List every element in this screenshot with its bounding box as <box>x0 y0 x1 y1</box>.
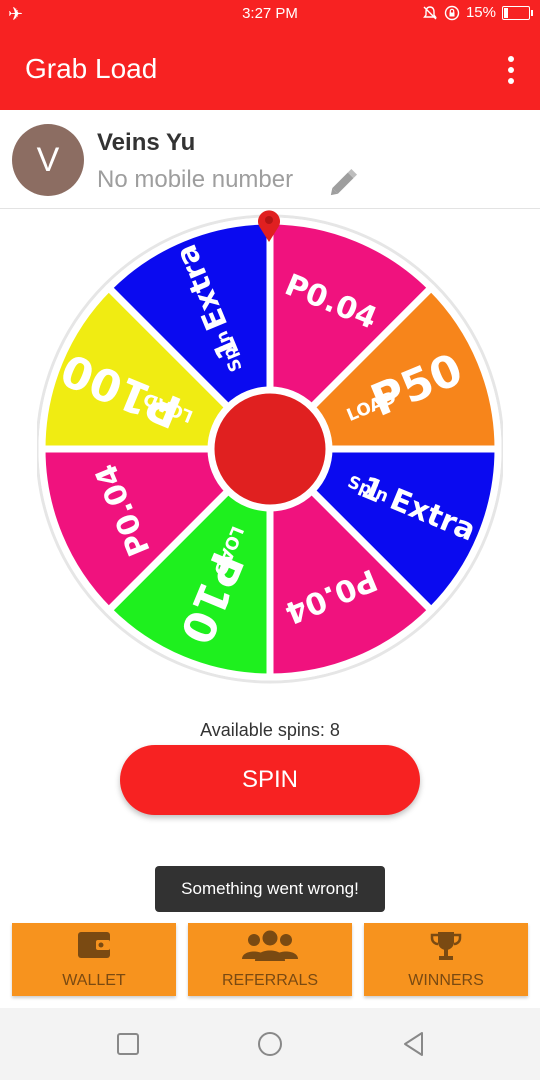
circle-home-icon[interactable] <box>256 1030 284 1058</box>
trophy-icon <box>430 932 462 960</box>
spin-button[interactable]: SPIN <box>120 745 420 815</box>
error-toast: Something went wrong! <box>155 866 385 912</box>
rotation-lock-icon <box>444 5 460 20</box>
system-nav-bar <box>0 1008 540 1080</box>
tab-wallet[interactable]: WALLET <box>12 923 176 996</box>
prize-wheel[interactable]: P0.04P50LOAD1 ExtraSpinP0.04P10LOADP0.04… <box>37 214 503 684</box>
status-bar: ✈ 3:27 PM 15% <box>0 0 540 28</box>
edit-pencil-icon[interactable] <box>328 164 362 198</box>
wallet-icon <box>78 932 110 958</box>
user-name: Veins Yu <box>97 129 196 156</box>
tab-wallet-label: WALLET <box>62 972 126 989</box>
battery-percent: 15% <box>465 4 496 21</box>
notifications-off-icon <box>423 5 437 19</box>
triangle-back-icon[interactable] <box>400 1030 428 1058</box>
group-icon <box>242 930 298 961</box>
app-title: Grab Load <box>25 53 158 84</box>
square-recents-icon[interactable] <box>114 1030 142 1058</box>
app-bar: Grab Load <box>0 28 540 110</box>
overflow-menu-icon[interactable] <box>508 56 514 84</box>
wheel-pointer-pin-icon <box>258 210 280 242</box>
available-spins: Available spins: 8 <box>200 720 340 740</box>
tab-winners-label: WINNERS <box>408 972 484 989</box>
tab-referrals-label: REFERRALS <box>221 972 319 989</box>
battery-icon <box>502 5 533 20</box>
tab-winners[interactable]: WINNERS <box>364 923 528 996</box>
bottom-tabs: WALLET REFERRALS WINNERS <box>12 923 528 996</box>
profile-header: V Veins Yu No mobile number <box>0 110 540 209</box>
avatar[interactable]: V <box>12 124 84 196</box>
tab-referrals[interactable]: REFERRALS <box>188 923 352 996</box>
user-mobile: No mobile number <box>97 166 294 193</box>
wheel-hub <box>207 386 333 512</box>
